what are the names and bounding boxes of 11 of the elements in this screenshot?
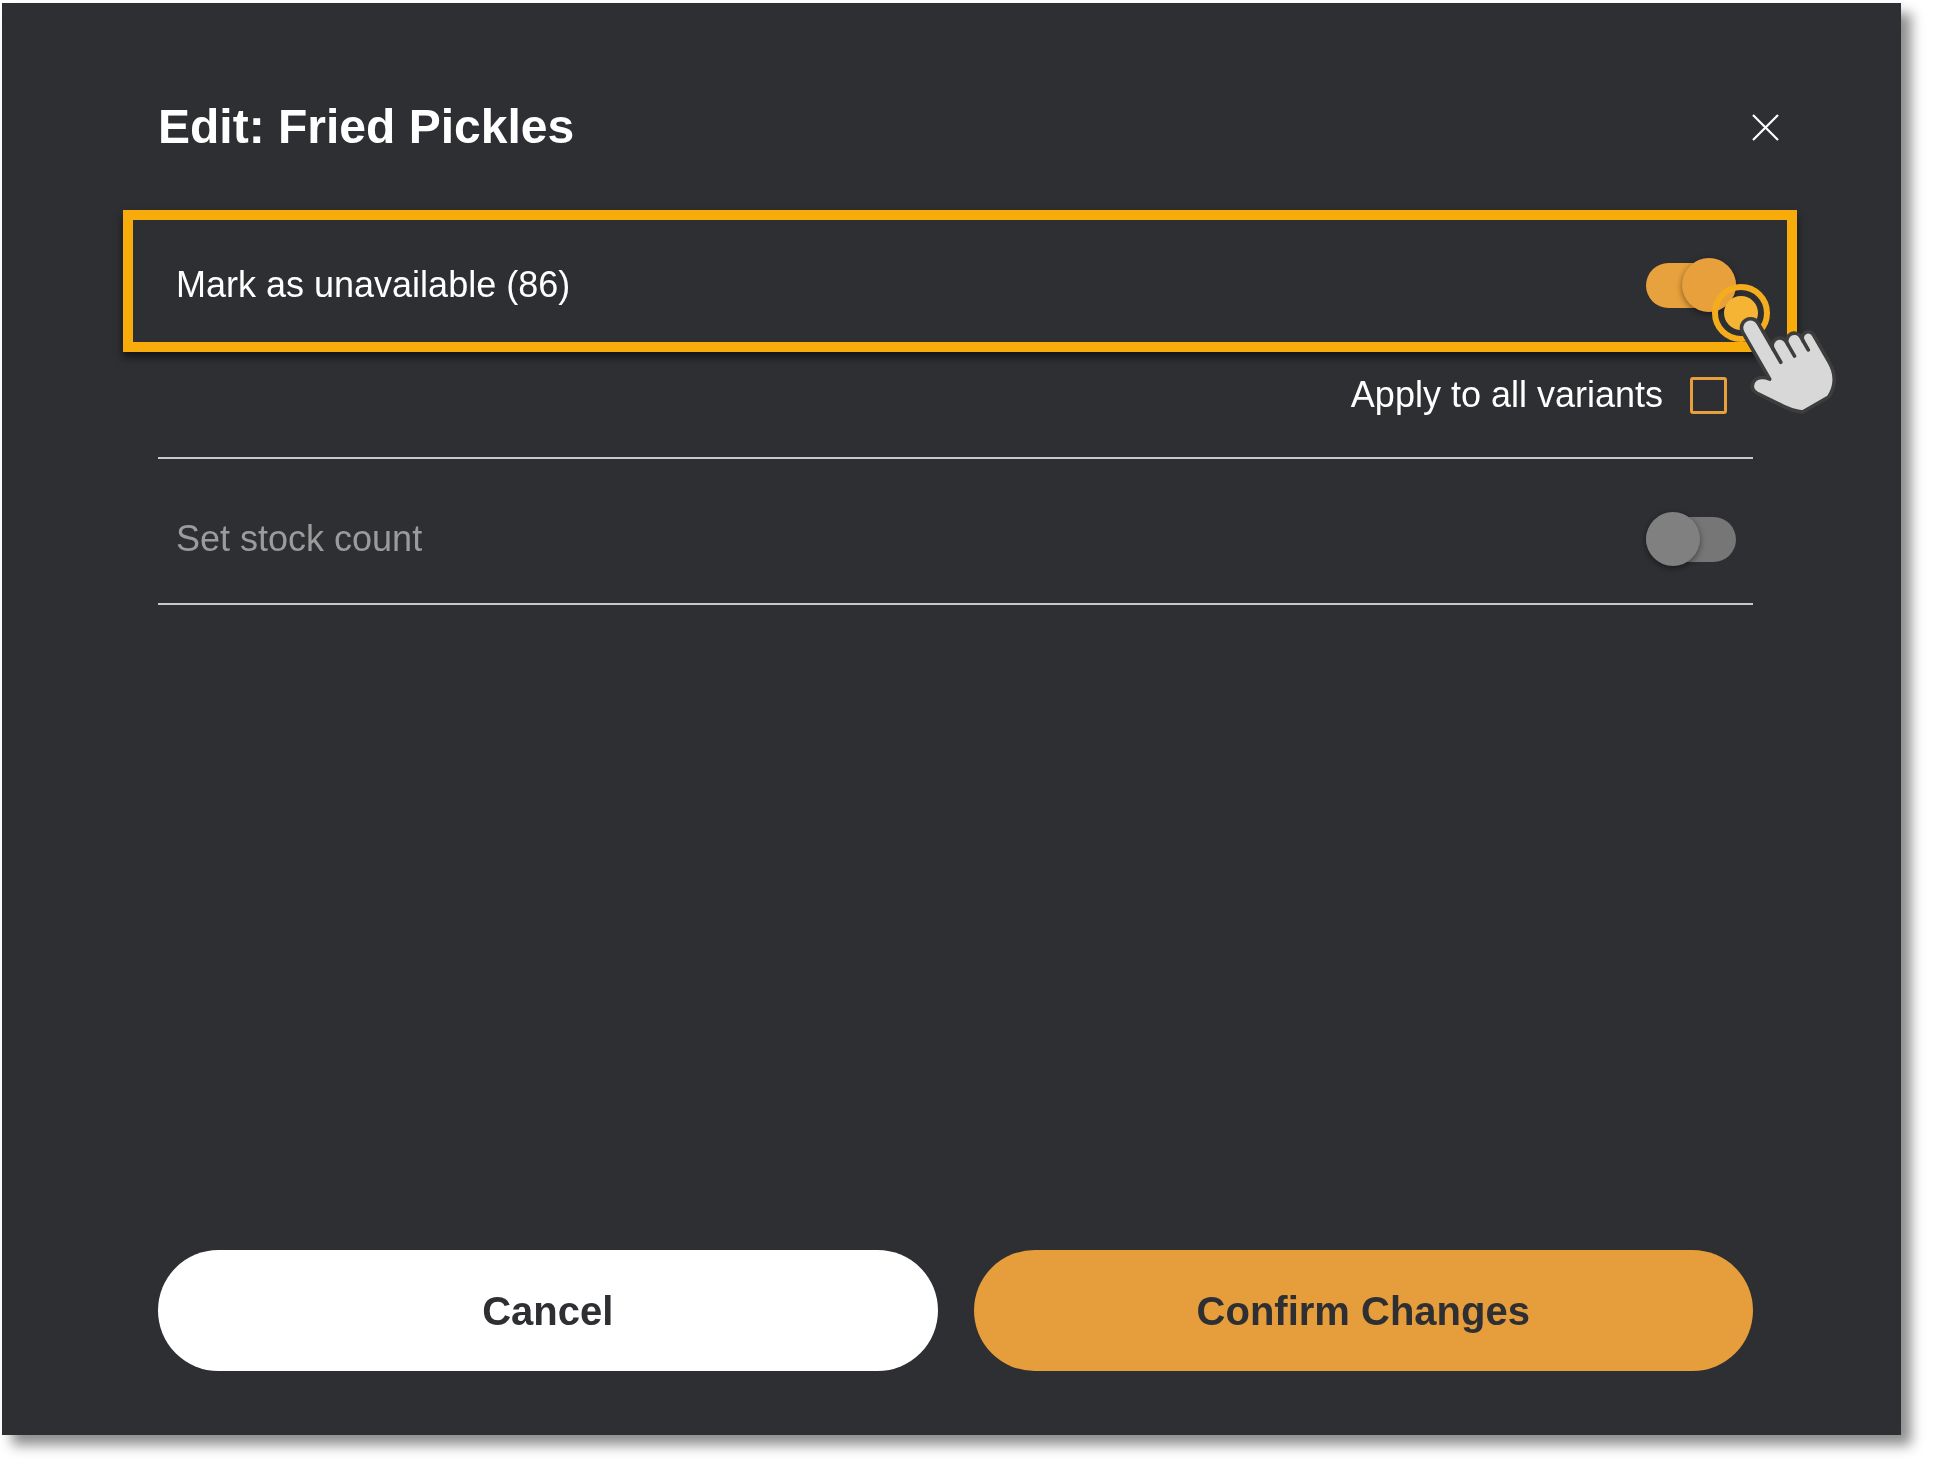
toggle-switch[interactable]: [1646, 512, 1736, 566]
confirm-button[interactable]: Confirm Changes: [973, 1250, 1753, 1371]
variants-label: Apply to all variants: [1350, 373, 1663, 417]
checkbox[interactable]: [1690, 376, 1727, 414]
option-label: Set stock count: [176, 517, 423, 561]
dialog-title: Edit: Fried Pickles: [158, 99, 575, 155]
close-icon: [1752, 113, 1779, 141]
option-label: Mark as unavailable (86): [176, 263, 571, 307]
toggle-switch[interactable]: [1646, 258, 1736, 312]
cancel-button[interactable]: Cancel: [158, 1250, 938, 1371]
close-button[interactable]: [1752, 113, 1779, 141]
